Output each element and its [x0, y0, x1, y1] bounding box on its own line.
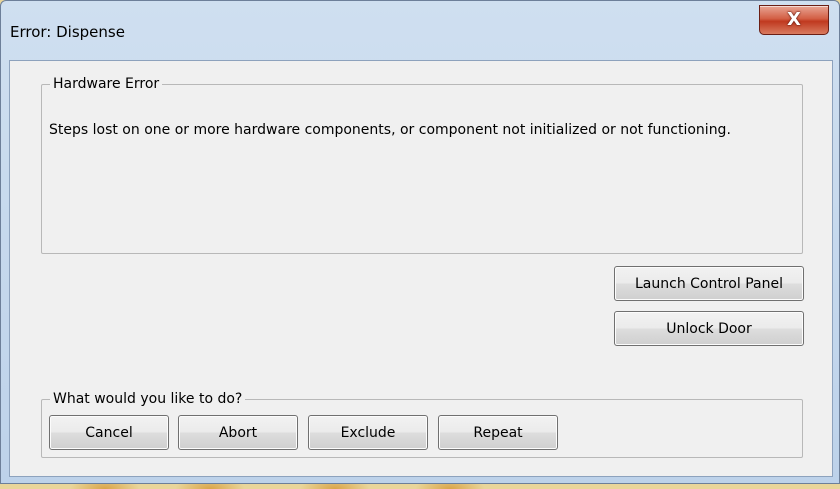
window-title: Error: Dispense	[10, 23, 125, 41]
close-button[interactable]: X	[759, 5, 829, 35]
error-message: Steps lost on one or more hardware compo…	[49, 122, 731, 138]
action-choice-groupbox: What would you like to do? Cancel Abort …	[41, 391, 803, 458]
dialog-client-area: Hardware Error Steps lost on one or more…	[9, 60, 833, 477]
action-choice-legend: What would you like to do?	[50, 391, 246, 407]
close-icon: X	[787, 9, 801, 30]
hardware-error-groupbox: Hardware Error Steps lost on one or more…	[41, 76, 803, 254]
error-dialog-window: Error: Dispense X Hardware Error Steps l…	[0, 0, 840, 484]
launch-control-panel-button[interactable]: Launch Control Panel	[614, 266, 804, 301]
unlock-door-button[interactable]: Unlock Door	[614, 311, 804, 346]
hardware-error-legend: Hardware Error	[50, 76, 163, 92]
abort-button[interactable]: Abort	[178, 415, 298, 450]
repeat-button[interactable]: Repeat	[438, 415, 558, 450]
title-bar[interactable]: Error: Dispense X	[1, 1, 839, 61]
exclude-button[interactable]: Exclude	[308, 415, 428, 450]
cancel-button[interactable]: Cancel	[49, 415, 169, 450]
